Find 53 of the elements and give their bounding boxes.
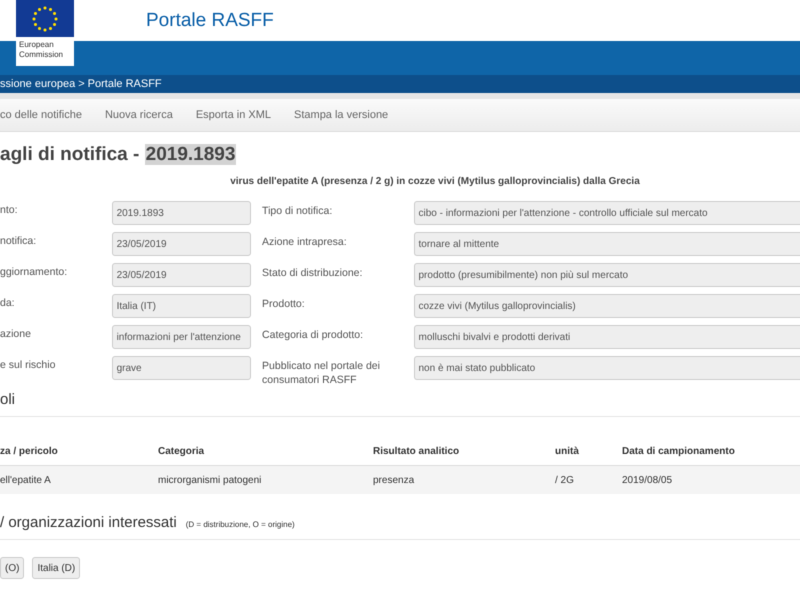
european-commission-logo[interactable]: European Commission — [16, 0, 74, 66]
table-cell-text: microrganismi patogeni — [158, 474, 262, 486]
field-label: ggiornamento: — [0, 265, 68, 278]
site-title: Portale RASFF — [146, 10, 274, 32]
field-value: informazioni per l'attenzione — [112, 325, 252, 349]
field-value: non è mai stato pubblicato — [414, 356, 800, 380]
breadcrumb-link[interactable]: ssione europea — [0, 78, 76, 90]
field-value: prodotto (presumibilmente) non più sul mercato — [414, 263, 800, 287]
breadcrumb-separator: > — [78, 78, 85, 90]
legend-note: (D = distribuzione, O = origine) — [186, 520, 295, 529]
column-header: Categoria — [158, 446, 206, 456]
page-title: agli di notifica - — [0, 144, 140, 165]
nav-link[interactable]: Stampa la versione — [294, 109, 388, 121]
field-label: e sul rischio — [0, 358, 56, 371]
field-value: grave — [112, 356, 252, 380]
field-value: Italia (IT) — [112, 294, 252, 318]
field-label: da: — [0, 296, 16, 309]
column-header: za / pericolo — [0, 446, 59, 456]
field-value: 2019.1893 — [112, 201, 252, 225]
field-label: Tipo di notifica: — [262, 204, 334, 218]
field-value: molluschi bivalvi e prodotti derivati — [414, 325, 800, 349]
notification-subject: virus dell'epatite A (presenza / 2 g) in cozze vivi (Mytilus galloprovincialis) dalla Grecia — [229, 176, 641, 187]
field-label: nto: — [0, 203, 19, 216]
country-button[interactable]: (O) — [0, 557, 24, 579]
table-cell-text: presenza — [373, 474, 416, 486]
breadcrumb-link[interactable]: Portale RASFF — [88, 78, 162, 90]
field-label: notifica: — [0, 234, 38, 247]
section-heading: / organizzazioni interessati — [0, 514, 177, 531]
column-header: unità — [555, 446, 580, 456]
table-cell-text: 2019/08/05 — [622, 474, 674, 486]
nav-link[interactable]: Nuova ricerca — [104, 109, 173, 121]
field-label: Azione intrapresa: — [262, 235, 348, 249]
column-header: Data di campionamento — [622, 446, 736, 456]
reference-number: 2019.1893 — [144, 144, 236, 165]
section-heading: oli — [0, 391, 800, 417]
nav-link[interactable]: Esporta in XML — [196, 109, 272, 121]
field-value: 23/05/2019 — [112, 232, 252, 256]
field-label: Pubblicato nel portale dei consumatori RASFF — [262, 359, 381, 387]
eu-flag-icon — [16, 0, 74, 37]
field-label: azione — [0, 327, 32, 340]
country-button[interactable]: Italia (D) — [32, 557, 80, 579]
field-label: Stato di distribuzione: — [262, 266, 364, 280]
field-value: 23/05/2019 — [112, 263, 252, 287]
nav-link[interactable]: co delle notifiche — [0, 109, 82, 121]
column-header: Risultato analitico — [373, 446, 460, 456]
field-label: Categoria di prodotto: — [262, 328, 364, 342]
table-cell-text: / 2G — [555, 474, 575, 486]
field-value: tornare al mittente — [414, 232, 800, 256]
table-cell-text: ell'epatite A — [0, 474, 52, 486]
field-label: Prodotto: — [262, 297, 306, 311]
logo-text: European Commission — [18, 39, 64, 60]
field-value: cozze vivi (Mytilus galloprovincialis) — [414, 294, 800, 318]
field-value: cibo - informazioni per l'attenzione - controllo ufficiale sul mercato — [414, 201, 800, 225]
